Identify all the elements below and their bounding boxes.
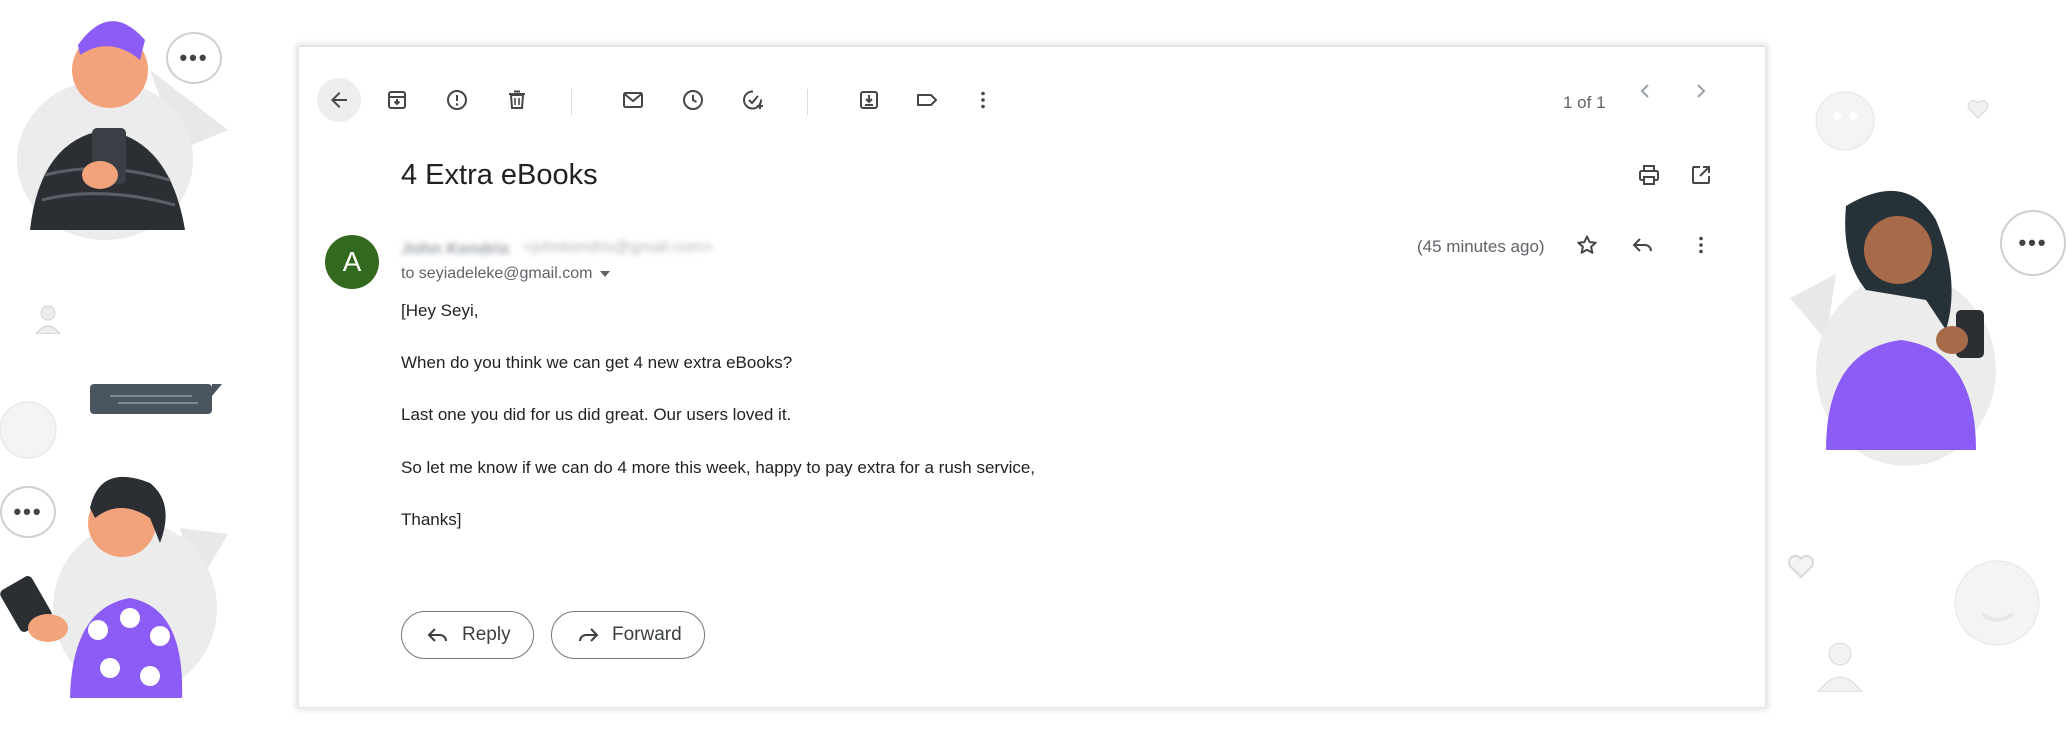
forward-button[interactable]: Forward — [551, 611, 705, 659]
email-toolbar: 1 of 1 — [299, 47, 1765, 157]
archive-icon — [388, 91, 406, 109]
add-to-tasks-button[interactable] — [731, 78, 775, 122]
report-spam-button[interactable] — [435, 78, 479, 122]
print-button[interactable] — [1627, 153, 1671, 197]
email-body-line: [Hey Seyi, — [401, 301, 479, 320]
heart-icon — [1967, 100, 1989, 119]
delete-icon — [509, 90, 525, 109]
chat-bubble-icon: ••• — [166, 32, 222, 84]
label-button[interactable] — [905, 78, 949, 122]
recipient-text: to seyiadeleke@gmail.com — [401, 265, 593, 282]
email-timestamp: (45 minutes ago) — [1417, 237, 1545, 256]
email-body-line: Thanks] — [401, 510, 462, 529]
message-more-button[interactable] — [1679, 223, 1723, 267]
chat-bubble-icon: ••• — [0, 486, 56, 538]
user-outline-icon — [35, 305, 61, 334]
snooze-button[interactable] — [671, 78, 715, 122]
reply-button[interactable]: Reply — [401, 611, 534, 659]
mark-unread-icon — [623, 92, 643, 108]
pagination-count: 1 of 1 — [1563, 93, 1606, 112]
print-icon — [1639, 165, 1659, 185]
toolbar-divider — [571, 89, 572, 115]
delete-button[interactable] — [495, 78, 539, 122]
open-in-new-icon — [1692, 166, 1710, 184]
open-in-new-window-button[interactable] — [1679, 153, 1723, 197]
label-icon — [917, 94, 937, 106]
report-spam-icon — [447, 90, 467, 110]
move-to-button[interactable] — [847, 78, 891, 122]
add-to-tasks-icon — [743, 90, 763, 110]
chevron-left-icon — [1640, 84, 1649, 98]
more-options-button[interactable] — [961, 78, 1005, 122]
toolbar-divider — [807, 89, 808, 115]
caret-down-icon[interactable] — [600, 270, 611, 277]
star-button[interactable] — [1565, 223, 1609, 267]
arrow-left-icon — [331, 92, 347, 108]
chat-bubble-icon: ••• — [2000, 210, 2066, 276]
sender-name: John Kendrix — [401, 239, 510, 258]
chevron-right-icon — [1697, 84, 1706, 98]
reply-icon — [1632, 238, 1652, 252]
email-body-line: So let me know if we can do 4 more this … — [401, 458, 1036, 477]
reply-icon-button[interactable] — [1621, 223, 1665, 267]
reply-label: Reply — [462, 624, 511, 645]
back-button[interactable] — [317, 78, 361, 122]
message-bar-icon — [90, 384, 222, 414]
smiley-face-icon — [0, 401, 57, 459]
illustration-woman-with-phone-right — [1790, 190, 1996, 466]
sender-avatar[interactable]: A — [325, 235, 379, 289]
older-button[interactable] — [1679, 69, 1723, 113]
move-to-icon — [860, 91, 878, 109]
heart-icon — [1787, 554, 1815, 579]
more-vert-icon — [981, 91, 985, 109]
email-body-line: Last one you did for us did great. Our u… — [401, 405, 792, 424]
sender-email: <johnkendrix@gmail.com> — [523, 239, 713, 256]
reply-icon — [427, 628, 447, 642]
user-outline-icon — [1817, 642, 1863, 692]
email-subject: 4 Extra eBooks — [401, 159, 598, 191]
winking-face-icon — [1954, 560, 2040, 646]
star-icon — [1577, 235, 1597, 254]
archive-button[interactable] — [375, 78, 419, 122]
mark-unread-button[interactable] — [611, 78, 655, 122]
snooze-icon — [683, 90, 703, 110]
heart-eyes-emoji-icon — [1815, 91, 1875, 151]
forward-label: Forward — [612, 624, 682, 645]
more-vert-icon — [1699, 236, 1703, 254]
newer-button[interactable] — [1623, 69, 1667, 113]
email-view: 1 of 1 4 Extra eBooks A John Kendrix <jo… — [298, 46, 1766, 708]
email-body-line: When do you think we can get 4 new extra… — [401, 353, 793, 372]
forward-icon — [579, 628, 599, 642]
recipient-line[interactable]: to seyiadeleke@gmail.com — [401, 265, 611, 283]
